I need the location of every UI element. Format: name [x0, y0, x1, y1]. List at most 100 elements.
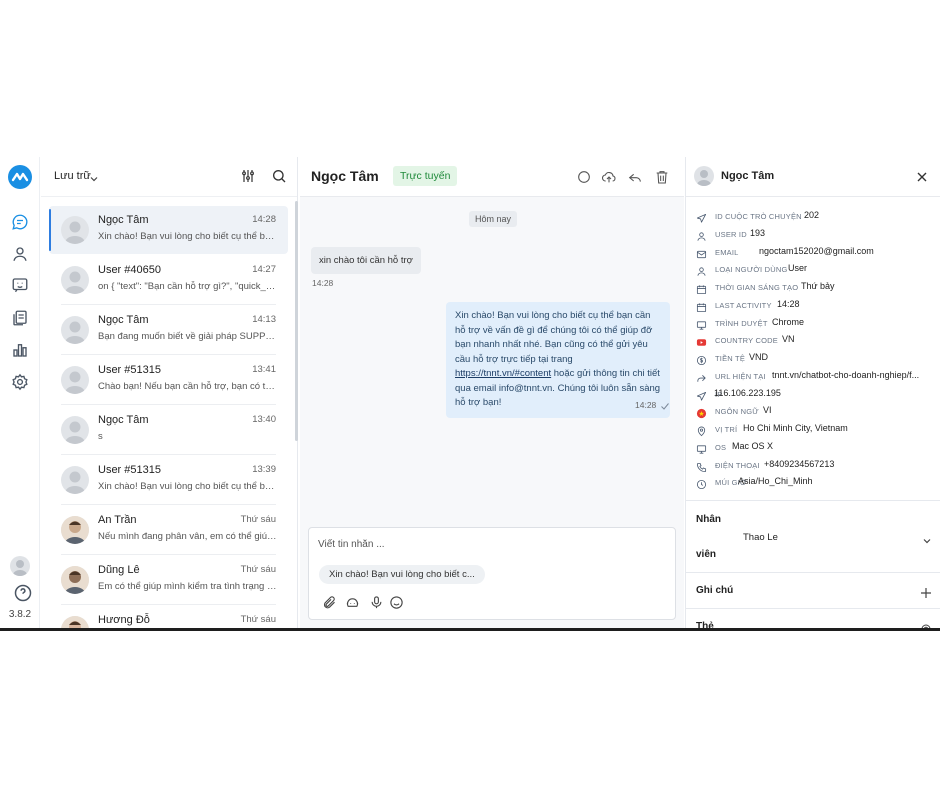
- conversation-time: 13:40: [252, 414, 276, 425]
- info-row: User ID 193: [696, 228, 936, 242]
- conversation-item[interactable]: Ngọc Tâm 13:40 s: [49, 406, 288, 455]
- tags-settings-icon[interactable]: [920, 622, 932, 628]
- staff-section-title: Nhân: [696, 514, 721, 525]
- info-value: tnnt.vn/chatbot-cho-doanh-nghiep/f...: [772, 369, 920, 380]
- list-scrollbar[interactable]: [295, 201, 298, 441]
- divider: [61, 554, 276, 555]
- conversation-name: Ngọc Tâm: [98, 314, 149, 326]
- close-icon[interactable]: [915, 170, 929, 184]
- reply-icon[interactable]: [627, 169, 643, 185]
- info-value: 116.106.223.195: [714, 387, 781, 398]
- mail-icon: [696, 247, 707, 258]
- info-row: Email ngoctam152020@gmail.com: [696, 246, 936, 260]
- info-row: Country code VN: [696, 334, 936, 348]
- contact-name: Ngọc Tâm: [721, 170, 775, 182]
- avatar: [61, 266, 89, 294]
- chevron-down-icon[interactable]: [922, 533, 932, 544]
- staff-section-title-2: viên: [696, 549, 717, 560]
- reports-icon[interactable]: [11, 341, 29, 359]
- info-label: ID cuộc trò chuyện: [715, 212, 802, 221]
- conversation-item[interactable]: Ngọc Tâm 14:28 Xin chào! Bạn vui lòng cho …: [49, 206, 288, 254]
- message-composer: Xin chào! Bạn vui lòng cho biết c...: [308, 527, 676, 620]
- conversation-item[interactable]: An Trần Thứ sáu Nếu mình đang phân vân, em…: [49, 506, 288, 555]
- conversation-item[interactable]: Dũng Lê Thứ sáu Em có thể giúp mình kiểm t…: [49, 556, 288, 605]
- message-link[interactable]: https://tnnt.vn/#content: [455, 368, 551, 379]
- info-label: OS: [715, 442, 727, 452]
- add-note-icon[interactable]: [920, 586, 932, 598]
- conversation-item[interactable]: User #40650 14:27 on { "text": "Bạn cần hỗ…: [49, 256, 288, 305]
- info-row: Loại người dùng User: [696, 263, 936, 277]
- info-row: Vị trí Ho Chi Minh City, Vietnam: [696, 423, 936, 437]
- info-row: ID cuộc trò chuyện 202: [696, 210, 936, 224]
- avatar: [61, 316, 89, 344]
- message-input[interactable]: [318, 539, 658, 550]
- conversation-preview: Bạn đang muốn biết về giải pháp SUPPORT …: [98, 331, 278, 342]
- info-label: Vị trí: [715, 425, 738, 434]
- avatar: [61, 366, 89, 394]
- conversation-time: Thứ sáu: [240, 564, 276, 575]
- conversation-name: Dũng Lê: [98, 564, 140, 576]
- info-label: Thời gian sáng tạo: [715, 283, 799, 292]
- info-row: URL hiện tại tnnt.vn/chatbot-cho-doanh-ng…: [696, 370, 936, 384]
- user-icon: [696, 229, 707, 241]
- info-label: Trình duyệt: [715, 318, 768, 328]
- info-value: 14:28: [777, 298, 800, 309]
- quick-reply-chip[interactable]: Xin chào! Bạn vui lòng cho biết c...: [319, 565, 485, 584]
- contacts-icon[interactable]: [11, 245, 29, 263]
- help-icon[interactable]: [14, 584, 32, 602]
- conversation-name: User #51315: [98, 364, 161, 376]
- chatbot-icon[interactable]: [345, 595, 360, 610]
- conversation-preview: on { "text": "Bạn cần hỗ trợ gì?", "quic…: [98, 281, 278, 292]
- avatar: [61, 466, 89, 494]
- info-row: Last activity 14:28: [696, 299, 936, 313]
- conversation-item[interactable]: Ngọc Tâm 14:13 Bạn đang muốn biết về giải …: [49, 306, 288, 355]
- monitor-icon: [696, 442, 707, 454]
- date-divider: Hôm nay: [469, 211, 518, 227]
- conversation-name: User #40650: [98, 264, 161, 276]
- divider: [61, 354, 276, 355]
- cloud-upload-icon[interactable]: [601, 169, 617, 185]
- conversation-item[interactable]: User #51315 13:39 Xin chào! Bạn vui lòng c…: [49, 456, 288, 505]
- conversation-time: 14:27: [252, 264, 276, 275]
- info-label: Tiền tệ: [715, 354, 746, 363]
- settings-icon[interactable]: [11, 373, 29, 391]
- avatar: [61, 216, 89, 244]
- conversation-item[interactable]: Hương Đỗ Thứ sáu: [49, 606, 288, 628]
- info-value: VND: [749, 352, 769, 362]
- filter-icon[interactable]: [240, 168, 256, 184]
- microphone-icon[interactable]: [369, 595, 384, 610]
- chat-icon[interactable]: [11, 213, 29, 231]
- info-row: Tiền tệ VND: [696, 352, 936, 366]
- list-header: Lưu trữ: [41, 157, 297, 197]
- staff-assignee-select[interactable]: Thao Le: [743, 532, 778, 543]
- emoji-icon[interactable]: [389, 595, 404, 610]
- conversation-name: Ngọc Tâm: [98, 414, 149, 426]
- conversation-name: User #51315: [98, 464, 161, 476]
- chevron-down-icon[interactable]: [89, 171, 99, 182]
- divider: [686, 572, 940, 573]
- trash-icon[interactable]: [654, 169, 670, 185]
- conversation-list-panel: Lưu trữ Ngọc Tâm 14:28 Xin chào! Bạn vui l…: [41, 157, 298, 628]
- incoming-message: xin chào tôi cần hỗ trợ: [311, 247, 421, 274]
- calendar-icon: [696, 300, 707, 312]
- conversation-preview: Em có thể giúp mình kiểm tra tình trạng …: [98, 581, 278, 592]
- info-value: 202: [804, 210, 820, 220]
- conversation-item[interactable]: User #51315 13:41 Chào bạn! Nếu bạn cần hỗ…: [49, 356, 288, 405]
- conversation-time: 14:28: [252, 214, 276, 225]
- search-icon[interactable]: [271, 168, 287, 184]
- archive-filter-dropdown[interactable]: Lưu trữ: [54, 170, 91, 182]
- message-time: 14:28: [312, 278, 334, 288]
- circle-status-icon[interactable]: [576, 169, 592, 185]
- avatar: [61, 566, 89, 594]
- user-avatar[interactable]: [10, 556, 30, 576]
- info-label: Loại người dùng: [715, 265, 788, 275]
- info-row: Điện thoại +8409234567213: [696, 459, 936, 473]
- pages-icon[interactable]: [11, 309, 29, 327]
- divider: [686, 500, 940, 501]
- attachment-icon[interactable]: [322, 595, 337, 610]
- calendar-icon: [696, 282, 707, 295]
- bot-icon[interactable]: [11, 276, 29, 294]
- conversation-preview: Chào bạn! Nếu bạn cần hỗ trợ, bạn có thể…: [98, 381, 278, 392]
- conversation-time: 13:39: [252, 464, 276, 475]
- conversation-name: An Trần: [98, 514, 137, 526]
